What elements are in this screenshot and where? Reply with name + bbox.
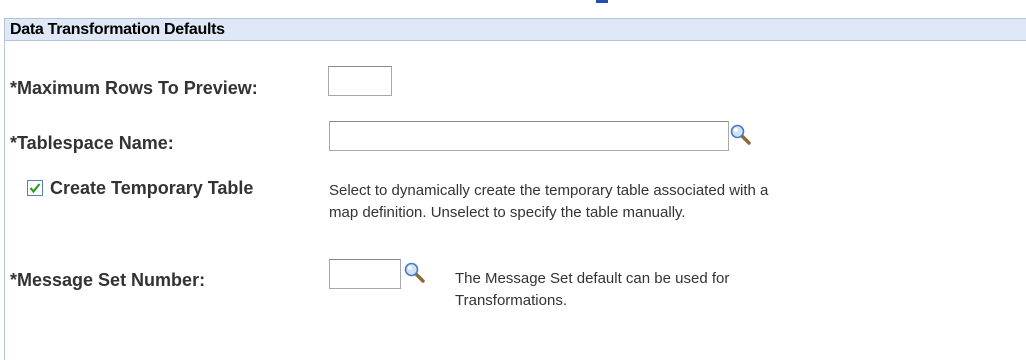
tablespace-input[interactable]	[329, 121, 729, 151]
create-temp-table-checkbox[interactable]	[27, 180, 43, 196]
max-rows-input[interactable]	[328, 66, 392, 96]
max-rows-label: *Maximum Rows To Preview:	[10, 78, 258, 98]
top-strip	[0, 0, 1026, 4]
section-title: Data Transformation Defaults	[10, 21, 225, 38]
tablespace-label: *Tablespace Name:	[10, 133, 174, 153]
section-header: Data Transformation Defaults	[5, 18, 1026, 41]
create-temp-table-label: Create Temporary Table	[50, 178, 254, 198]
tablespace-lookup-icon[interactable]	[730, 124, 752, 146]
message-set-input[interactable]	[329, 259, 401, 289]
page: Data Transformation Defaults *Maximum Ro…	[0, 0, 1026, 360]
message-set-help-line1: The Message Set default can be used for	[455, 270, 730, 287]
message-set-lookup-icon[interactable]	[404, 262, 426, 284]
create-temp-table-help-line1: Select to dynamically create the tempora…	[329, 182, 769, 199]
create-temp-table-help-line2: map definition. Unselect to specify the …	[329, 204, 686, 221]
top-accent	[596, 0, 608, 3]
message-set-label: *Message Set Number:	[10, 270, 206, 290]
checkmark-icon	[29, 183, 41, 194]
message-set-help-line2: Transformations.	[455, 292, 567, 309]
